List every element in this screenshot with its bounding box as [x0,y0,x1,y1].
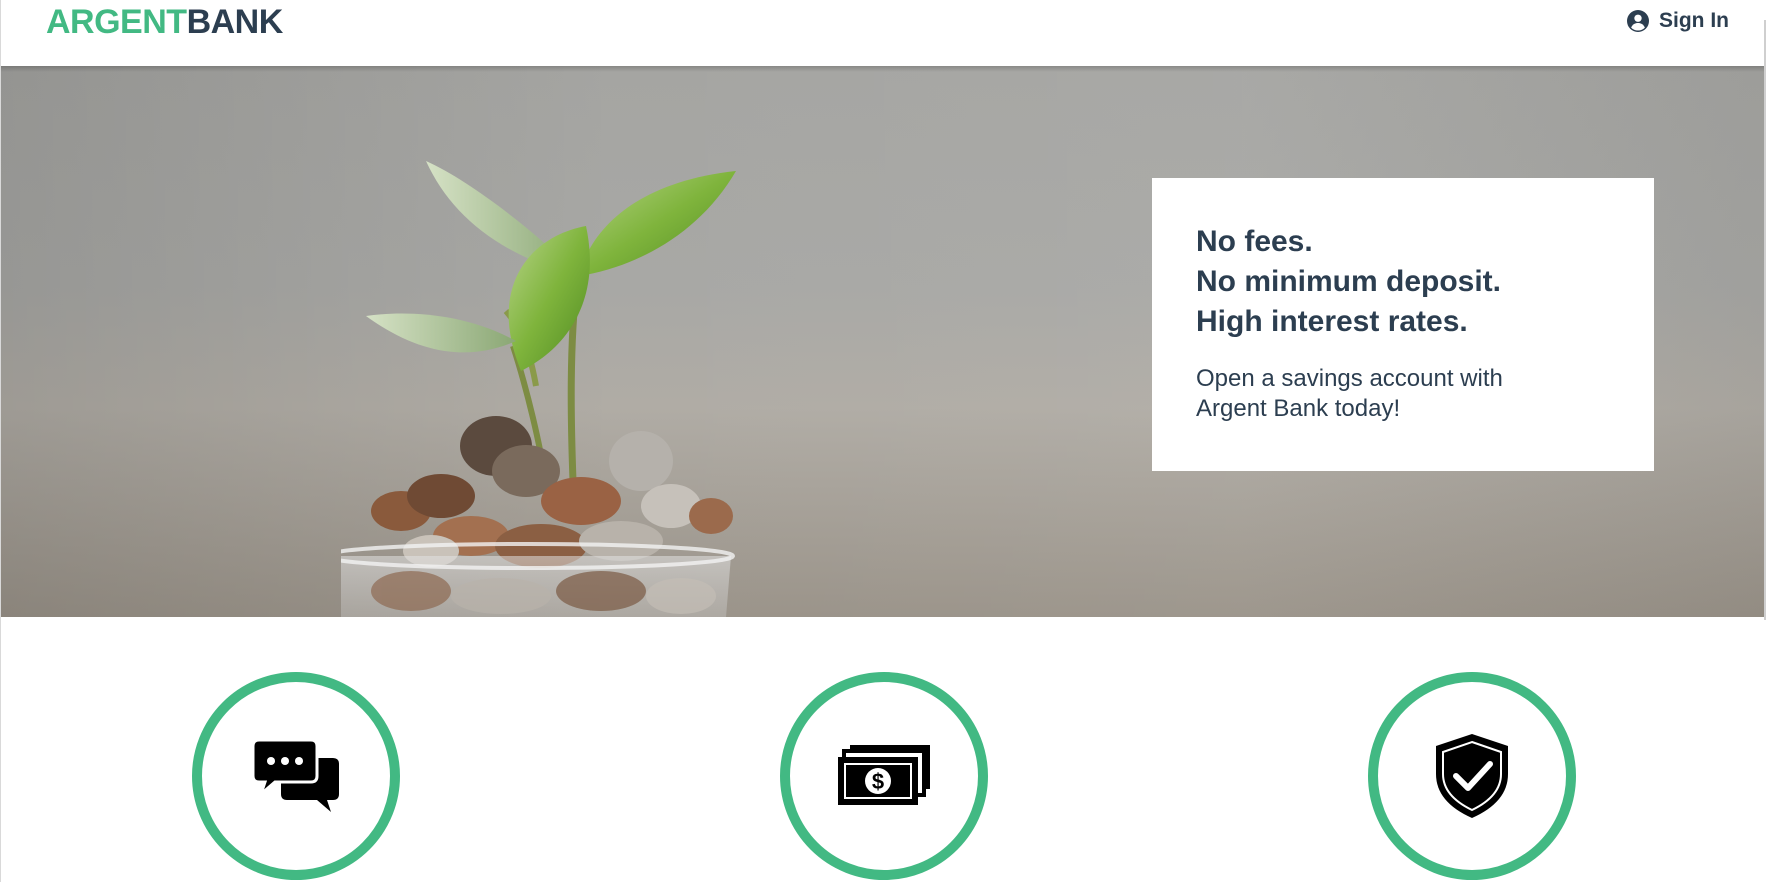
hero-text: Open a savings account with Argent Bank … [1196,365,1503,422]
hero-subtitle-2: No minimum deposit. [1196,265,1502,298]
main-nav: ARGENTBANK Sign In [1,0,1766,66]
user-circle-icon [1627,10,1649,32]
plant-in-coin-jar-image [341,161,736,617]
hero-subtitle-3: High interest rates. [1196,305,1468,338]
hero-content-card: No fees. No minimum deposit. High intere… [1152,178,1654,471]
svg-text:$: $ [872,769,884,794]
sign-in-label: Sign In [1659,9,1729,32]
feature-icon-wrapper-money: $ [780,672,988,880]
hero-subtitle-1: No fees. [1196,225,1313,258]
page: ARGENTBANK Sign In No fees. No minimum d… [0,0,1766,882]
feature-icon-wrapper-security [1368,672,1576,880]
logo-text-argent: ARGENT [46,3,187,41]
hero-banner: No fees. No minimum deposit. High intere… [1,66,1766,617]
argent-bank-logo[interactable]: ARGENTBANK [46,2,283,42]
sign-in-link[interactable]: Sign In [1627,6,1729,36]
security-shield-icon [1436,734,1508,818]
money-icon: $ [838,745,930,805]
features-section: $ [1,617,1766,882]
feature-icon-wrapper-chat [192,672,400,880]
chat-icon [251,738,339,812]
logo-text-bank: BANK [186,3,284,41]
